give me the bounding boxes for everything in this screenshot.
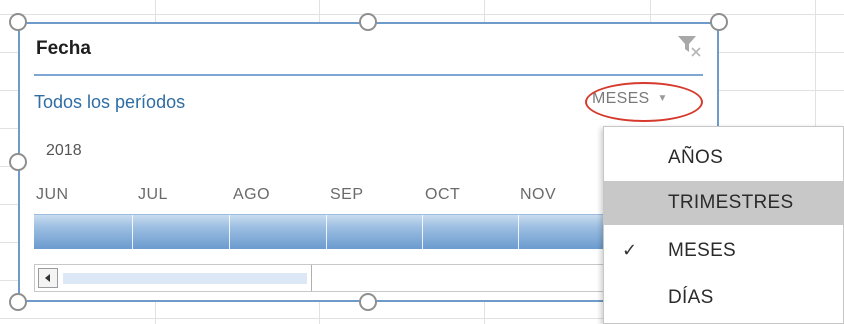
- menu-item-anos[interactable]: AÑOS: [604, 136, 843, 180]
- scroll-thumb[interactable]: [63, 273, 307, 284]
- period-label: Todos los períodos: [34, 92, 186, 112]
- resize-handle[interactable]: [9, 153, 27, 171]
- menu-item-meses[interactable]: ✓ MESES: [604, 229, 843, 273]
- time-level-menu: AÑOS TRIMESTRES ✓ MESES DÍAS: [603, 126, 844, 324]
- resize-handle[interactable]: [710, 13, 728, 31]
- annotation-circle: [585, 82, 703, 122]
- title-divider: [34, 74, 703, 76]
- month-label: SEP: [330, 186, 364, 203]
- checkmark-icon: ✓: [622, 240, 638, 260]
- menu-item-label: TRIMESTRES: [668, 192, 794, 213]
- timeline-scrollbar[interactable]: [34, 264, 694, 292]
- resize-handle[interactable]: [359, 13, 377, 31]
- arrow-left-icon[interactable]: [38, 268, 58, 288]
- month-label: AGO: [233, 186, 271, 203]
- resize-handle[interactable]: [9, 293, 27, 311]
- month-label: OCT: [425, 186, 461, 203]
- menu-item-dias[interactable]: DÍAS: [604, 276, 843, 320]
- year-label: 2018: [46, 142, 82, 159]
- resize-handle[interactable]: [9, 13, 27, 31]
- menu-item-label: MESES: [668, 240, 737, 261]
- menu-item-trimestres[interactable]: TRIMESTRES: [604, 181, 843, 225]
- month-label: NOV: [520, 186, 557, 203]
- slicer-title: Fecha: [36, 38, 91, 59]
- menu-item-label: AÑOS: [668, 147, 724, 168]
- month-label: JUN: [36, 186, 69, 203]
- timeline-selection-bar[interactable]: [34, 214, 620, 249]
- resize-handle[interactable]: [359, 293, 377, 311]
- menu-item-label: DÍAS: [668, 287, 714, 308]
- clear-filter-icon[interactable]: [675, 32, 703, 60]
- month-label: JUL: [138, 186, 168, 203]
